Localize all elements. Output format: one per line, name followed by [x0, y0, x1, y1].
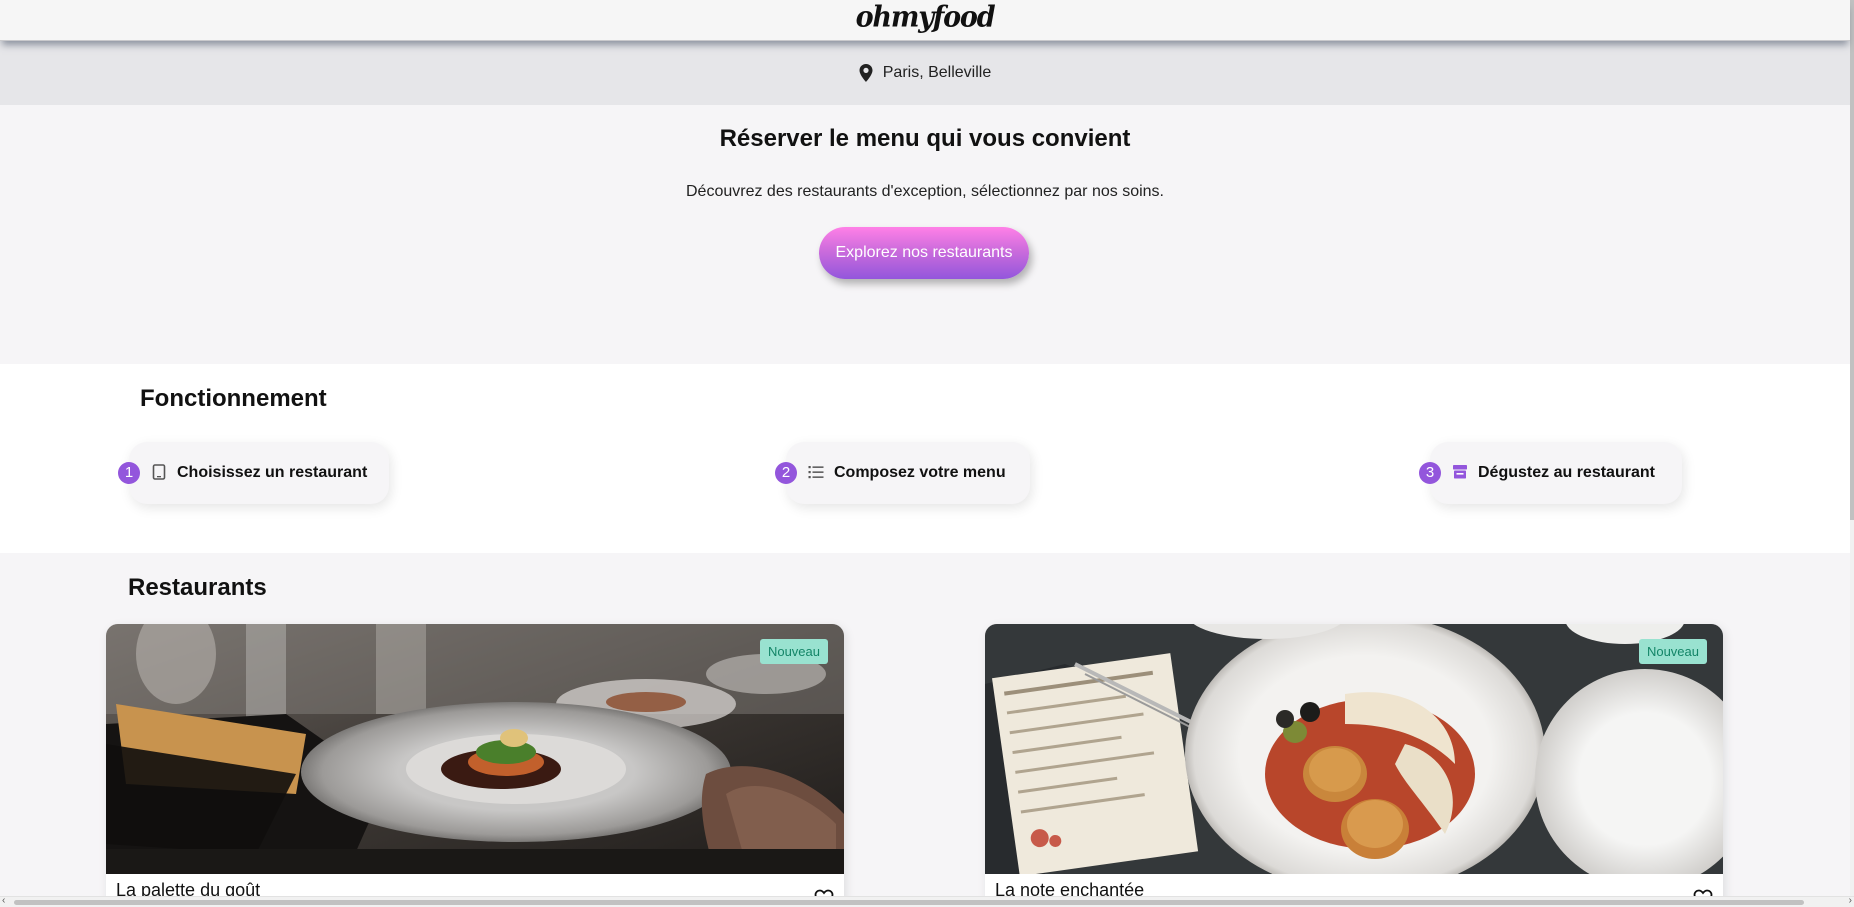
step-number-badge: 1	[118, 462, 140, 484]
hero-title: Réserver le menu qui vous convient	[719, 125, 1131, 152]
restaurant-image[interactable]: Nouveau	[106, 624, 844, 874]
step-label: Choisissez un restaurant	[177, 464, 368, 481]
new-badge: Nouveau	[1638, 639, 1707, 664]
store-icon	[1453, 465, 1467, 479]
step-label: Dégustez au restaurant	[1478, 464, 1655, 481]
scroll-right-arrow-icon[interactable]: ›	[1849, 895, 1852, 906]
restaurant-card[interactable]: Nouveau La palette du goût	[106, 624, 844, 907]
step-number-badge: 2	[775, 462, 797, 484]
restaurant-image[interactable]: Nouveau	[985, 624, 1723, 874]
step-number-badge: 3	[1419, 462, 1441, 484]
restaurants-title: Restaurants	[128, 574, 267, 601]
how-it-works-title: Fonctionnement	[140, 385, 327, 412]
step-3: 3 Dégustez au restaurant	[1419, 442, 1682, 504]
restaurants-section: Restaurants Nouveau La palette du goût N…	[0, 553, 1850, 907]
header: ohmyfood	[0, 0, 1850, 41]
explore-restaurants-button[interactable]: Explorez nos restaurants	[819, 227, 1029, 279]
scroll-left-arrow-icon[interactable]: ‹	[2, 895, 5, 906]
step-2: 2 Composez votre menu	[775, 442, 1030, 504]
step-label: Composez votre menu	[834, 464, 1006, 481]
vertical-scrollbar[interactable]	[1850, 0, 1854, 907]
logo[interactable]: ohmyfood	[0, 1, 1850, 34]
page: ohmyfood Paris, Belleville Réserver le m…	[0, 0, 1854, 907]
how-it-works-section: Fonctionnement 1 Choisissez un restauran…	[0, 364, 1850, 553]
step-1: 1 Choisissez un restaurant	[118, 442, 389, 504]
location-bar: Paris, Belleville	[0, 41, 1850, 105]
horizontal-scrollbar[interactable]: ‹ ›	[0, 895, 1854, 907]
list-icon	[808, 466, 824, 479]
map-pin-icon	[859, 64, 873, 82]
restaurant-card[interactable]: Nouveau La note enchantée	[985, 624, 1723, 907]
location-text: Paris, Belleville	[882, 64, 992, 81]
restaurant-photo	[106, 624, 844, 874]
mobile-phone-icon	[152, 464, 166, 480]
hero-subtitle: Découvrez des restaurants d'exception, s…	[686, 183, 1164, 200]
hero-section: Réserver le menu qui vous convient Décou…	[0, 105, 1850, 364]
restaurant-photo	[985, 624, 1723, 874]
vertical-scrollbar-thumb[interactable]	[1850, 0, 1854, 520]
new-badge: Nouveau	[759, 639, 828, 664]
horizontal-scrollbar-thumb[interactable]	[14, 900, 1804, 905]
